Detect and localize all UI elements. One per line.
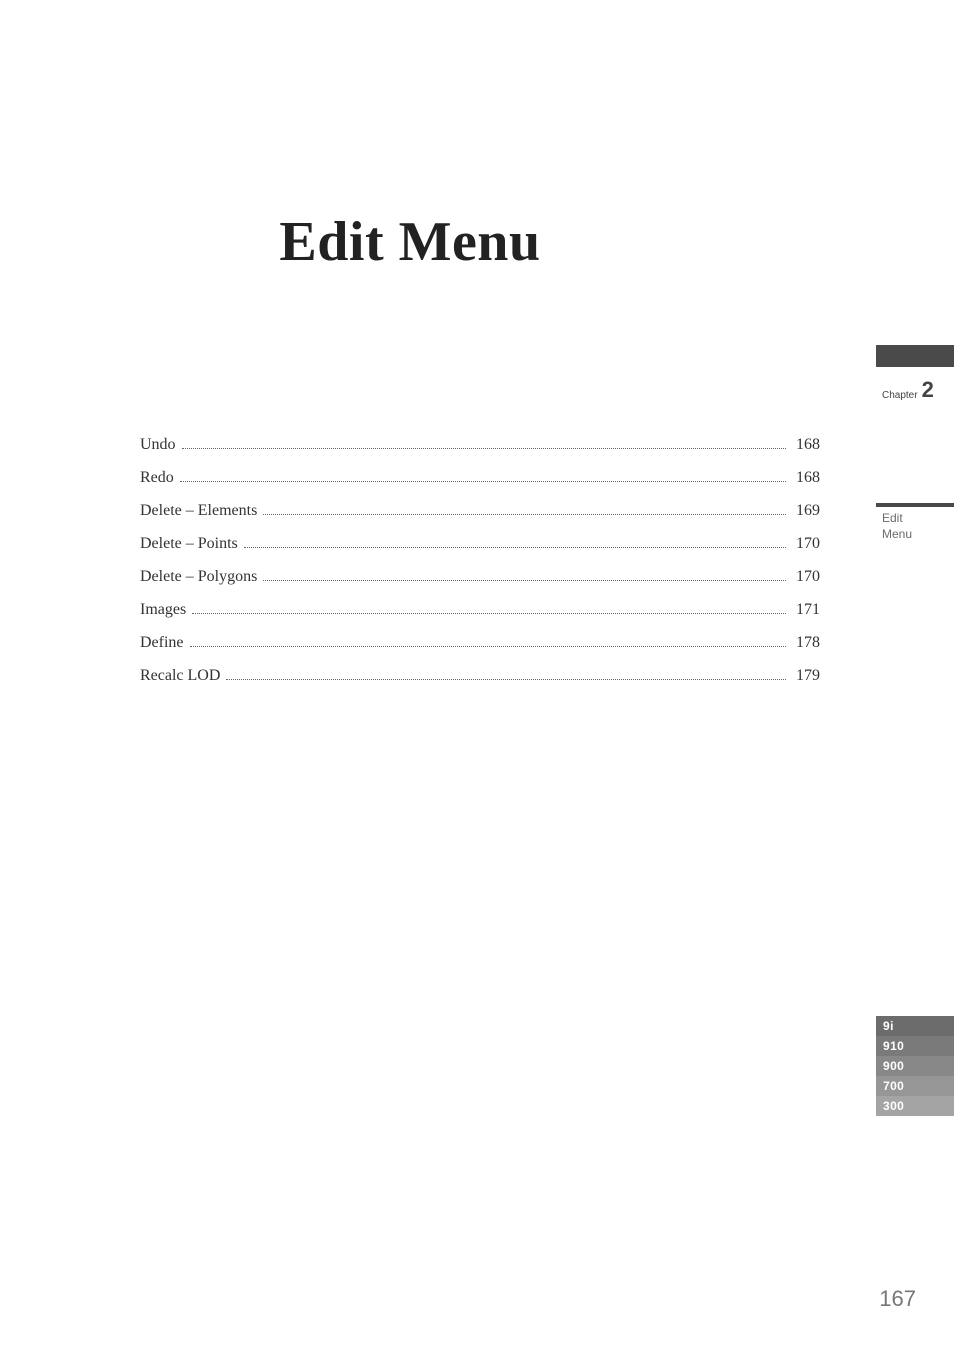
toc-row: Recalc LOD 179 [140,664,820,688]
model-tab: 900 [876,1056,954,1076]
toc-page-number: 178 [792,631,820,655]
toc-leader-dots [263,514,786,515]
chapter-tab-spacer [876,345,954,367]
toc-page-number: 168 [792,433,820,457]
toc-row: Images 171 [140,598,820,622]
section-tab-line2: Menu [882,526,954,542]
toc-row: Delete – Elements 169 [140,499,820,523]
toc-page-number: 170 [792,565,820,589]
toc-leader-dots [182,448,786,449]
toc-row: Delete – Points 170 [140,532,820,556]
toc-label: Redo [140,466,174,490]
toc-leader-dots [263,580,786,581]
toc-page-number: 171 [792,598,820,622]
toc-row: Undo 168 [140,433,820,457]
toc-row: Redo 168 [140,466,820,490]
section-tab-bar [876,503,954,507]
toc-leader-dots [244,547,786,548]
toc-label: Delete – Elements [140,499,257,523]
page-title: Edit Menu [0,210,820,274]
toc-label: Images [140,598,186,622]
model-tab: 9i [876,1016,954,1036]
toc-label: Recalc LOD [140,664,220,688]
section-tab-line1: Edit [882,510,954,526]
toc-row: Delete – Polygons 170 [140,565,820,589]
toc-leader-dots [192,613,786,614]
model-tab: 700 [876,1076,954,1096]
toc-page-number: 179 [792,664,820,688]
toc-leader-dots [190,646,786,647]
section-tab-label: Edit Menu [876,510,954,542]
chapter-tab-number: 2 [922,379,934,401]
model-tab: 300 [876,1096,954,1116]
page: Edit Menu Undo 168 Redo 168 Delete – Ele… [0,0,954,1350]
toc-row: Define 178 [140,631,820,655]
table-of-contents: Undo 168 Redo 168 Delete – Elements 169 … [140,433,820,697]
toc-page-number: 170 [792,532,820,556]
toc-page-number: 169 [792,499,820,523]
toc-leader-dots [180,481,786,482]
model-tabs: 9i 910 900 700 300 [876,1016,954,1116]
chapter-tab-word: Chapter [882,391,918,401]
page-number: 167 [879,1286,916,1312]
toc-label: Delete – Points [140,532,238,556]
toc-leader-dots [226,679,786,680]
toc-page-number: 168 [792,466,820,490]
toc-label: Undo [140,433,176,457]
chapter-tab: Chapter 2 [876,367,954,403]
toc-label: Define [140,631,184,655]
model-tab: 910 [876,1036,954,1056]
toc-label: Delete – Polygons [140,565,257,589]
